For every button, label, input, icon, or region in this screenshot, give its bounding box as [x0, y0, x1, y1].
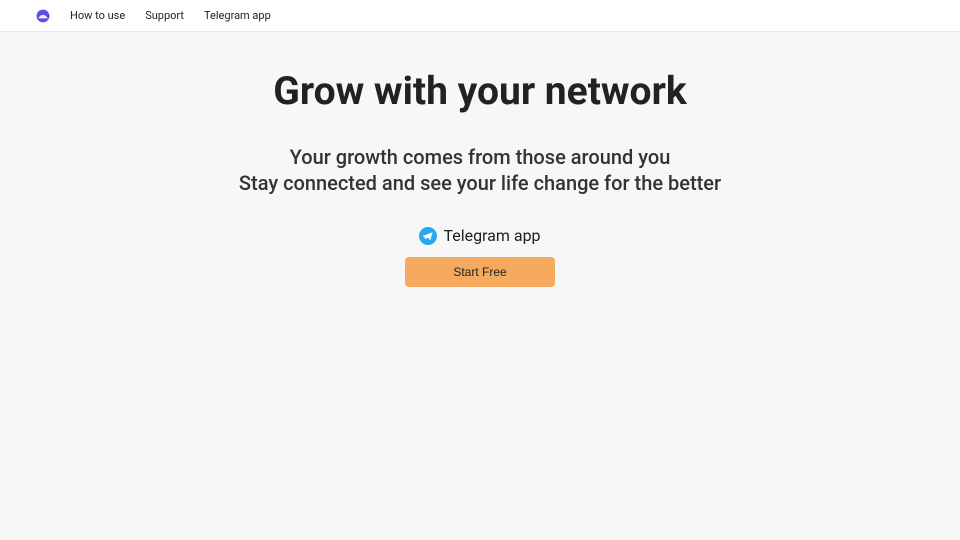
logo-icon — [36, 9, 50, 23]
hero-title: Grow with your network — [0, 68, 960, 114]
nav-link-telegram[interactable]: Telegram app — [204, 9, 271, 22]
hero-section: Grow with your network Your growth comes… — [0, 32, 960, 287]
top-nav: How to use Support Telegram app — [0, 0, 960, 32]
start-free-button[interactable]: Start Free — [405, 257, 555, 287]
hero-subtitle-line1: Your growth comes from those around you — [0, 144, 960, 170]
nav-link-how-to-use[interactable]: How to use — [70, 9, 125, 22]
telegram-app-label: Telegram app — [443, 226, 540, 245]
nav-link-support[interactable]: Support — [145, 9, 184, 22]
hero-subtitle: Your growth comes from those around you … — [0, 144, 960, 196]
hero-subtitle-line2: Stay connected and see your life change … — [0, 170, 960, 196]
telegram-app-link[interactable]: Telegram app — [419, 226, 540, 245]
telegram-icon — [419, 227, 437, 245]
